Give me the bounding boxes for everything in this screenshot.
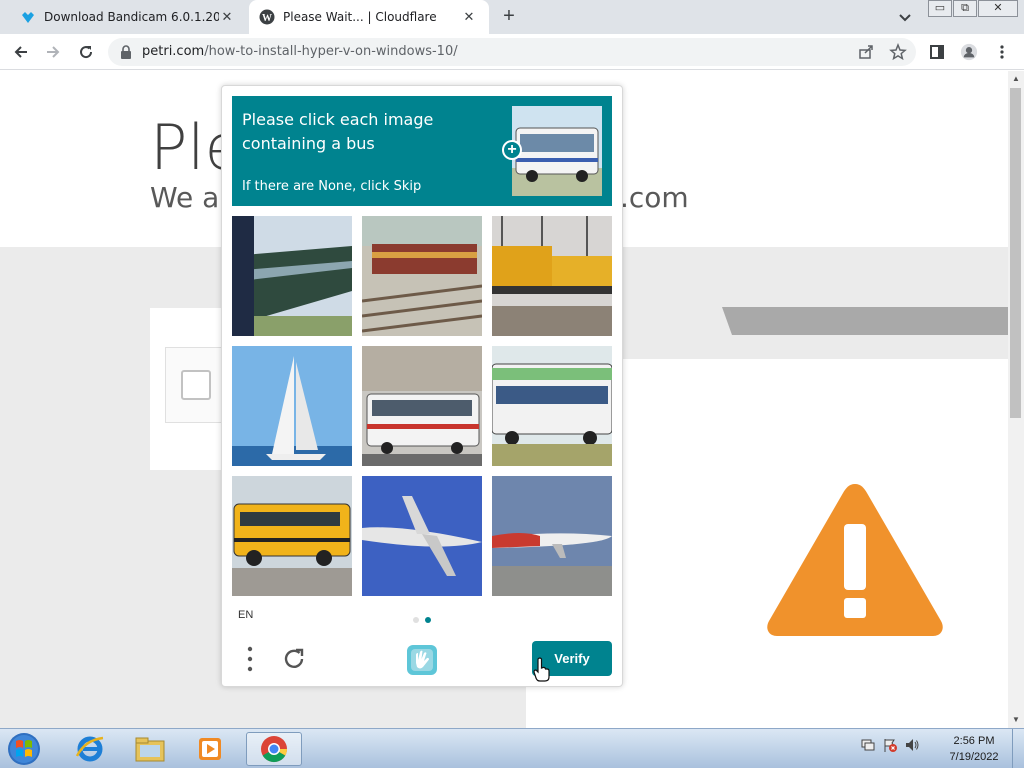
example-bus-image — [512, 106, 602, 196]
taskbar-media-player[interactable] — [182, 732, 238, 766]
windows-taskbar: 2:56 PM 7/19/2022 — [0, 728, 1024, 768]
captcha-tile-yellow-locomotive[interactable] — [492, 216, 612, 336]
captcha-tile-airplane-red[interactable] — [492, 476, 612, 596]
svg-text:W: W — [262, 13, 272, 24]
progress-banner-shadow — [622, 335, 1008, 359]
captcha-tile-train-tracks[interactable] — [362, 216, 482, 336]
taskbar-clock[interactable]: 2:56 PM 7/19/2022 — [940, 733, 1008, 765]
human-verification-checkbox[interactable] — [181, 370, 211, 400]
captcha-prompt: Please click each image containing a bus — [242, 110, 434, 153]
taskbar-internet-explorer[interactable] — [62, 732, 118, 766]
url-text: petri.com/how-to-install-hyper-v-on-wind… — [142, 44, 458, 59]
close-window-button[interactable]: ✕ — [978, 0, 1018, 17]
tab-title: Please Wait... | Cloudflare — [283, 10, 437, 24]
captcha-menu-icon[interactable] — [246, 646, 254, 672]
hand-cursor-icon — [533, 657, 550, 682]
language-selector[interactable]: EN — [238, 609, 253, 621]
browser-toolbar: petri.com/how-to-install-hyper-v-on-wind… — [0, 34, 1024, 70]
captcha-challenge: Please click each image containing a bus… — [221, 85, 623, 687]
add-example-icon[interactable]: + — [502, 140, 522, 160]
captcha-subprompt: If there are None, click Skip — [242, 179, 422, 194]
show-desktop-button[interactable] — [1012, 729, 1024, 768]
tab-title: Download Bandicam 6.0.1.2003 f — [44, 10, 219, 24]
clock-date: 7/19/2022 — [949, 751, 999, 763]
progress-banner — [622, 307, 1008, 335]
wordpress-favicon-icon: W — [259, 9, 275, 25]
captcha-tile-city-bus[interactable] — [362, 346, 482, 466]
captcha-tile-city-bus-green[interactable] — [492, 346, 612, 466]
bookmark-star-icon[interactable] — [889, 42, 907, 66]
share-icon[interactable] — [858, 44, 874, 65]
system-tray — [860, 737, 920, 753]
url-path: /how-to-install-hyper-v-on-windows-10/ — [204, 44, 458, 59]
back-button[interactable] — [10, 41, 32, 63]
folder-icon — [135, 737, 165, 762]
challenge-progress-dots — [413, 617, 431, 623]
new-tab-button[interactable]: + — [498, 5, 520, 27]
captcha-tile-train-side[interactable] — [232, 216, 352, 336]
start-button-icon[interactable] — [4, 731, 44, 767]
clock-time: 2:56 PM — [953, 735, 995, 747]
minimize-button[interactable]: ▭ — [928, 0, 952, 17]
internet-explorer-icon — [75, 736, 104, 762]
chrome-icon — [261, 736, 288, 763]
media-player-icon — [199, 738, 221, 760]
scroll-down-arrow-icon[interactable]: ▼ — [1008, 713, 1024, 727]
taskbar-file-explorer[interactable] — [122, 732, 178, 766]
browser-menu-icon[interactable] — [993, 43, 1011, 61]
scrollbar-thumb[interactable] — [1010, 88, 1021, 418]
captcha-refresh-icon[interactable] — [280, 645, 308, 673]
tab-bandicam[interactable]: Download Bandicam 6.0.1.2003 f ✕ — [0, 0, 247, 34]
tab-cloudflare[interactable]: W Please Wait... | Cloudflare ✕ — [249, 0, 489, 34]
tab-close-icon[interactable]: ✕ — [219, 9, 235, 25]
profile-avatar-icon[interactable] — [960, 43, 978, 61]
captcha-image-grid — [232, 216, 612, 596]
hcaptcha-logo-icon[interactable] — [405, 643, 439, 677]
page-subtitle-right: .com — [620, 181, 689, 214]
reload-icon — [80, 46, 93, 59]
reload-button[interactable] — [75, 41, 97, 63]
url-domain: petri.com — [142, 44, 205, 59]
taskbar-chrome[interactable] — [246, 732, 302, 766]
page-subtitle-left: We ar — [150, 181, 231, 214]
tab-search-chevron-icon[interactable] — [896, 8, 914, 26]
lock-icon[interactable] — [120, 45, 132, 64]
scroll-up-arrow-icon[interactable]: ▲ — [1008, 72, 1024, 86]
bandicam-favicon-icon — [20, 9, 36, 25]
captcha-tile-sailboat[interactable] — [232, 346, 352, 466]
address-bar[interactable]: petri.com/how-to-install-hyper-v-on-wind… — [108, 38, 916, 66]
forward-arrow-icon — [47, 46, 60, 58]
captcha-tile-school-bus[interactable] — [232, 476, 352, 596]
tab-strip: Download Bandicam 6.0.1.2003 f ✕ W Pleas… — [0, 0, 1024, 34]
volume-icon[interactable] — [904, 737, 920, 753]
captcha-tile-airplane-blue[interactable] — [362, 476, 482, 596]
back-arrow-icon — [14, 46, 27, 58]
network-icon[interactable] — [860, 737, 876, 753]
captcha-header: Please click each image containing a bus… — [232, 96, 612, 206]
tab-close-icon[interactable]: ✕ — [461, 9, 477, 25]
forward-button[interactable] — [42, 41, 64, 63]
warning-icon — [767, 484, 943, 636]
restore-button[interactable]: ⧉ — [953, 0, 977, 17]
side-panel-icon[interactable] — [928, 43, 946, 61]
action-center-flag-icon[interactable] — [882, 737, 898, 753]
